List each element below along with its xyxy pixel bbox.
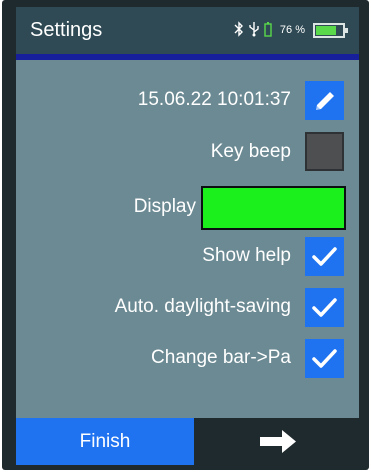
finish-label: Finish [79,430,131,452]
display-label: Display [133,196,196,217]
checkmark-icon [312,247,337,266]
device-frame: Settings 76 % 15.06.22 10:01:37 Key beep… [2,0,369,470]
screen: Settings 76 % 15.06.22 10:01:37 Key beep… [16,7,359,465]
key-beep-label: Key beep [210,141,291,162]
show-help-label: Show help [202,245,291,266]
battery-small-icon [264,21,272,40]
next-button[interactable] [198,418,359,465]
change-bar-label: Change bar->Pa [151,347,291,368]
title-underline [16,54,359,60]
key-beep-checkbox[interactable] [305,132,344,171]
show-help-checkbox[interactable] [305,237,344,276]
datetime-value: 15.06.22 10:01:37 [137,89,291,110]
usb-icon [248,21,260,40]
checkmark-icon [312,298,337,317]
display-color-button[interactable] [201,186,346,230]
daylight-saving-checkbox[interactable] [305,288,344,327]
battery-percent: 76 % [279,24,305,36]
title-bar: Settings 76 % [16,7,359,54]
arrow-right-icon [260,430,296,453]
status-area: 76 % [234,20,348,40]
battery-icon [313,22,348,38]
daylight-saving-label: Auto. daylight-saving [114,296,291,317]
checkmark-icon [312,349,337,368]
change-bar-checkbox[interactable] [305,339,344,378]
finish-button[interactable]: Finish [16,418,194,465]
battery-fill [316,25,336,35]
page-title: Settings [30,19,103,41]
pencil-icon [316,92,334,110]
battery-tip [345,27,348,33]
bluetooth-icon [234,20,244,40]
edit-datetime-button[interactable] [305,81,344,120]
